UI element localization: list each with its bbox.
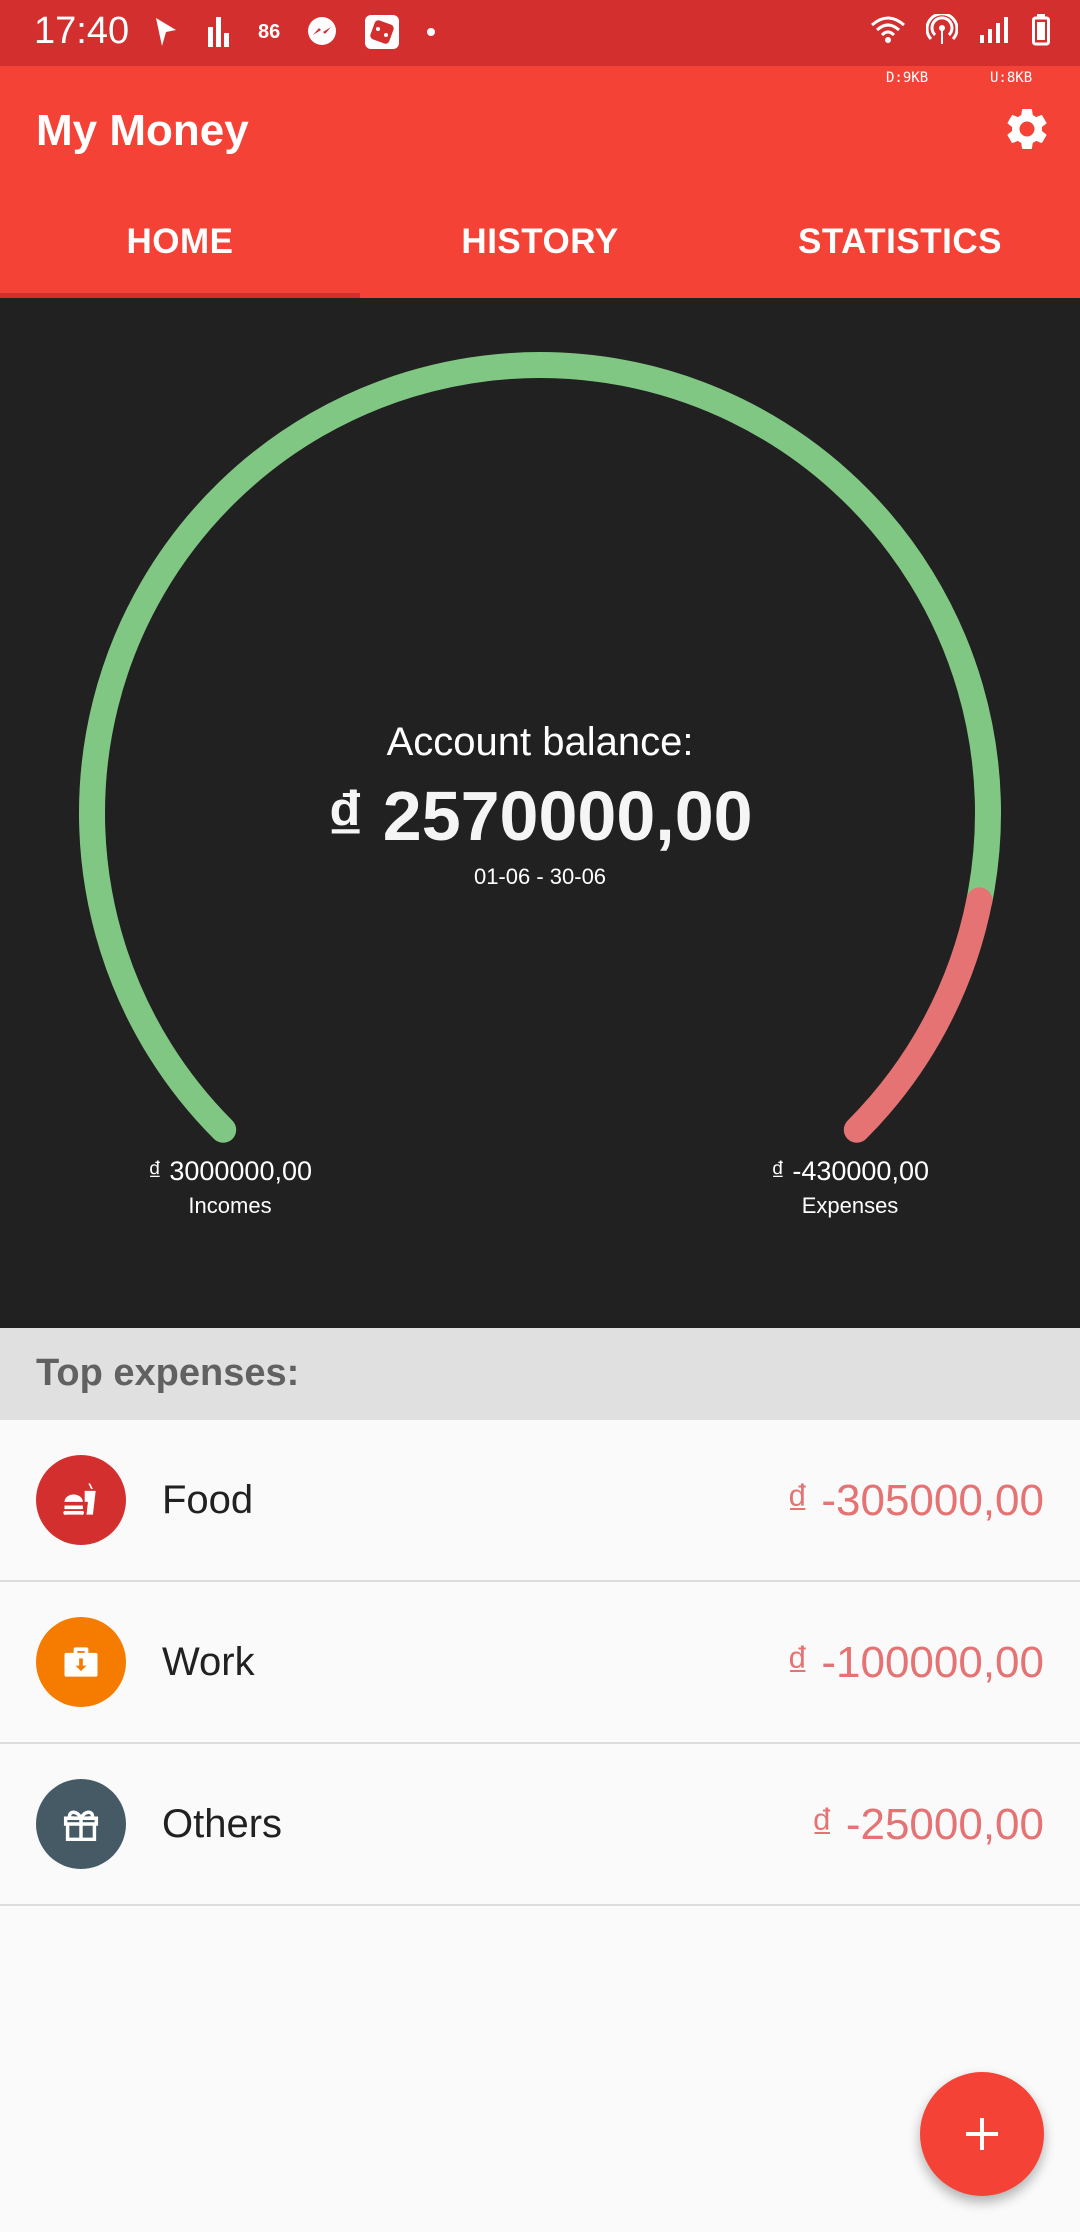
expenses-summary: ₫ -430000,00 Expenses	[750, 1156, 950, 1219]
wifi-icon	[871, 16, 905, 43]
incomes-label: Incomes	[188, 1193, 272, 1218]
app-title: My Money	[36, 106, 249, 155]
gift-icon	[36, 1779, 126, 1869]
download-rate: D:9KB	[886, 70, 929, 86]
plus-icon	[966, 2118, 998, 2150]
add-transaction-button[interactable]	[920, 2072, 1044, 2196]
navigation-arrow-icon	[156, 18, 176, 46]
app-bar: D:9KB U:8KB My Money HOME HISTORY STATIS…	[0, 66, 1080, 298]
balance-label: Account balance:	[386, 720, 694, 764]
status-time: 17:40	[34, 10, 130, 52]
dot-icon	[427, 28, 436, 36]
tab-statistics[interactable]: STATISTICS	[720, 186, 1080, 298]
tab-history[interactable]: HISTORY	[360, 186, 720, 298]
briefcase-icon	[36, 1617, 126, 1707]
upload-rate: U:8KB	[990, 70, 1033, 86]
expenses-label: Expenses	[801, 1193, 899, 1218]
game-icon	[365, 15, 400, 49]
expense-amount: ₫ -305000,00	[786, 1476, 1044, 1525]
expenses-amount: ₫ -430000,00	[771, 1156, 929, 1186]
notification-count: 86	[258, 20, 281, 43]
tab-home[interactable]: HOME	[0, 186, 360, 298]
incomes-amount: ₫ 3000000,00	[147, 1156, 312, 1186]
signal-icon	[980, 17, 1008, 43]
top-expenses-title: Top expenses:	[36, 1352, 300, 1394]
date-range[interactable]: 01-06 - 30-06	[0, 864, 1080, 890]
incomes-summary: ₫ 3000000,00 Incomes	[130, 1156, 330, 1219]
expense-name: Work	[162, 1640, 255, 1684]
battery-icon	[1032, 14, 1050, 46]
messenger-icon	[308, 17, 337, 45]
top-expenses-header: Top expenses:	[0, 1328, 1080, 1420]
expense-amount: ₫ -25000,00	[811, 1800, 1044, 1849]
expense-name: Food	[162, 1478, 254, 1522]
hotspot-icon	[926, 14, 958, 44]
tab-bar: HOME HISTORY STATISTICS	[0, 186, 1080, 298]
status-bar: 17:40 86	[0, 0, 1080, 66]
expense-row-food[interactable]: Food ₫ -305000,00	[0, 1420, 1080, 1582]
bar-chart-icon	[208, 17, 229, 47]
expense-name: Others	[162, 1802, 283, 1846]
expense-amount: ₫ -100000,00	[786, 1638, 1044, 1687]
balance-panel: Account balance: ₫ 2570000,00 01-06 - 30…	[0, 298, 1080, 1328]
gauge-expense-arc	[843, 887, 993, 1143]
expense-row-others[interactable]: Others ₫ -25000,00	[0, 1744, 1080, 1906]
expense-row-work[interactable]: Work ₫ -100000,00	[0, 1582, 1080, 1744]
fast-food-icon	[36, 1455, 126, 1545]
balance-value: ₫ 2570000,00	[327, 777, 753, 855]
settings-gear-icon[interactable]	[1002, 104, 1052, 154]
